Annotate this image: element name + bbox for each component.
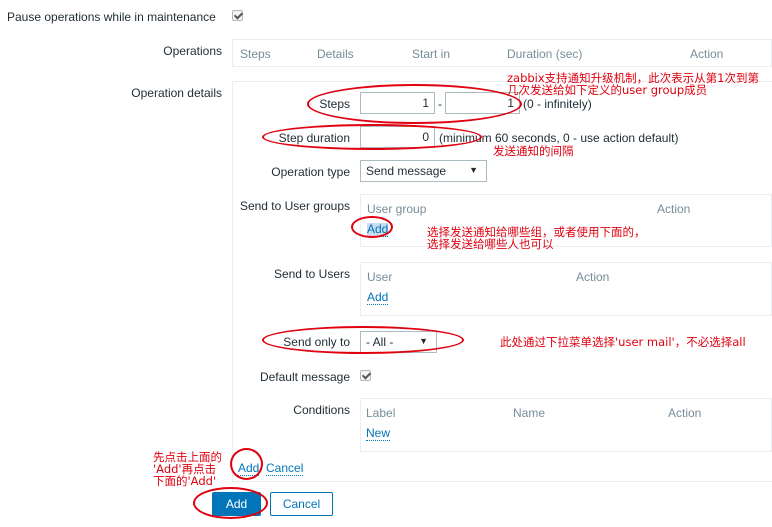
- operations-col-start-in: Start in: [412, 47, 451, 61]
- operation-type-value: Send message: [366, 164, 447, 178]
- default-message-checkbox[interactable]: [360, 370, 371, 381]
- cancel-button[interactable]: Cancel: [270, 492, 333, 516]
- annotation-steps-line2: 几次发送给如下定义的user group成员: [507, 83, 708, 97]
- users-add-link[interactable]: Add: [367, 291, 389, 305]
- operation-type-label: Operation type: [271, 165, 350, 179]
- conditions-label: Conditions: [293, 403, 350, 417]
- operations-table: Steps Details Start in Duration (sec) Ac…: [232, 39, 772, 67]
- user-groups-table: User group Action Add: [360, 194, 772, 247]
- pause-operations-checkbox[interactable]: [232, 10, 243, 21]
- default-message-label: Default message: [259, 370, 350, 384]
- chevron-down-icon: ▼: [469, 165, 478, 175]
- highlight-user-groups-add: [351, 216, 393, 238]
- highlight-add-link: [230, 448, 263, 480]
- annotation-duration: 发送通知的间隔: [493, 144, 574, 158]
- operations-col-steps: Steps: [240, 47, 271, 61]
- highlight-send-only-to: [262, 326, 464, 354]
- annotation-add-line3: 下面的'Add': [153, 474, 217, 488]
- conditions-table: Label Name Action New: [360, 398, 772, 452]
- highlight-add-button: [193, 487, 268, 519]
- operations-label: Operations: [163, 44, 222, 58]
- operation-details-label: Operation details: [131, 86, 222, 100]
- operation-details-border-left: [232, 81, 233, 481]
- conditions-col-name: Name: [513, 406, 546, 420]
- highlight-step-duration: [262, 124, 482, 150]
- user-groups-col-user-group: User group: [367, 202, 427, 216]
- operation-cancel-link[interactable]: Cancel: [266, 462, 304, 476]
- users-col-user: User: [367, 270, 393, 284]
- operation-type-select[interactable]: Send message ▼: [360, 160, 487, 182]
- conditions-col-action: Action: [668, 406, 702, 420]
- user-groups-col-action: Action: [657, 202, 691, 216]
- operations-col-duration: Duration (sec): [507, 47, 583, 61]
- conditions-col-label: Label: [366, 406, 396, 420]
- operation-details-border-bottom: [232, 481, 772, 482]
- annotation-groups-line2: 选择发送给哪些人也可以: [427, 237, 554, 251]
- steps-hint: (0 - infinitely): [523, 97, 592, 111]
- conditions-new-link[interactable]: New: [366, 427, 391, 441]
- pause-operations-label: Pause operations while in maintenance: [7, 10, 216, 24]
- annotation-send-only: 此处通过下拉菜单选择'user mail'，不必选择all: [500, 335, 746, 349]
- send-to-user-groups-label: Send to User groups: [239, 199, 350, 213]
- operations-col-details: Details: [317, 47, 354, 61]
- highlight-steps: [307, 84, 522, 124]
- users-table: User Action Add: [360, 262, 772, 316]
- operations-col-action: Action: [690, 47, 724, 61]
- users-col-action: Action: [576, 270, 610, 284]
- send-to-users-label: Send to Users: [273, 267, 350, 281]
